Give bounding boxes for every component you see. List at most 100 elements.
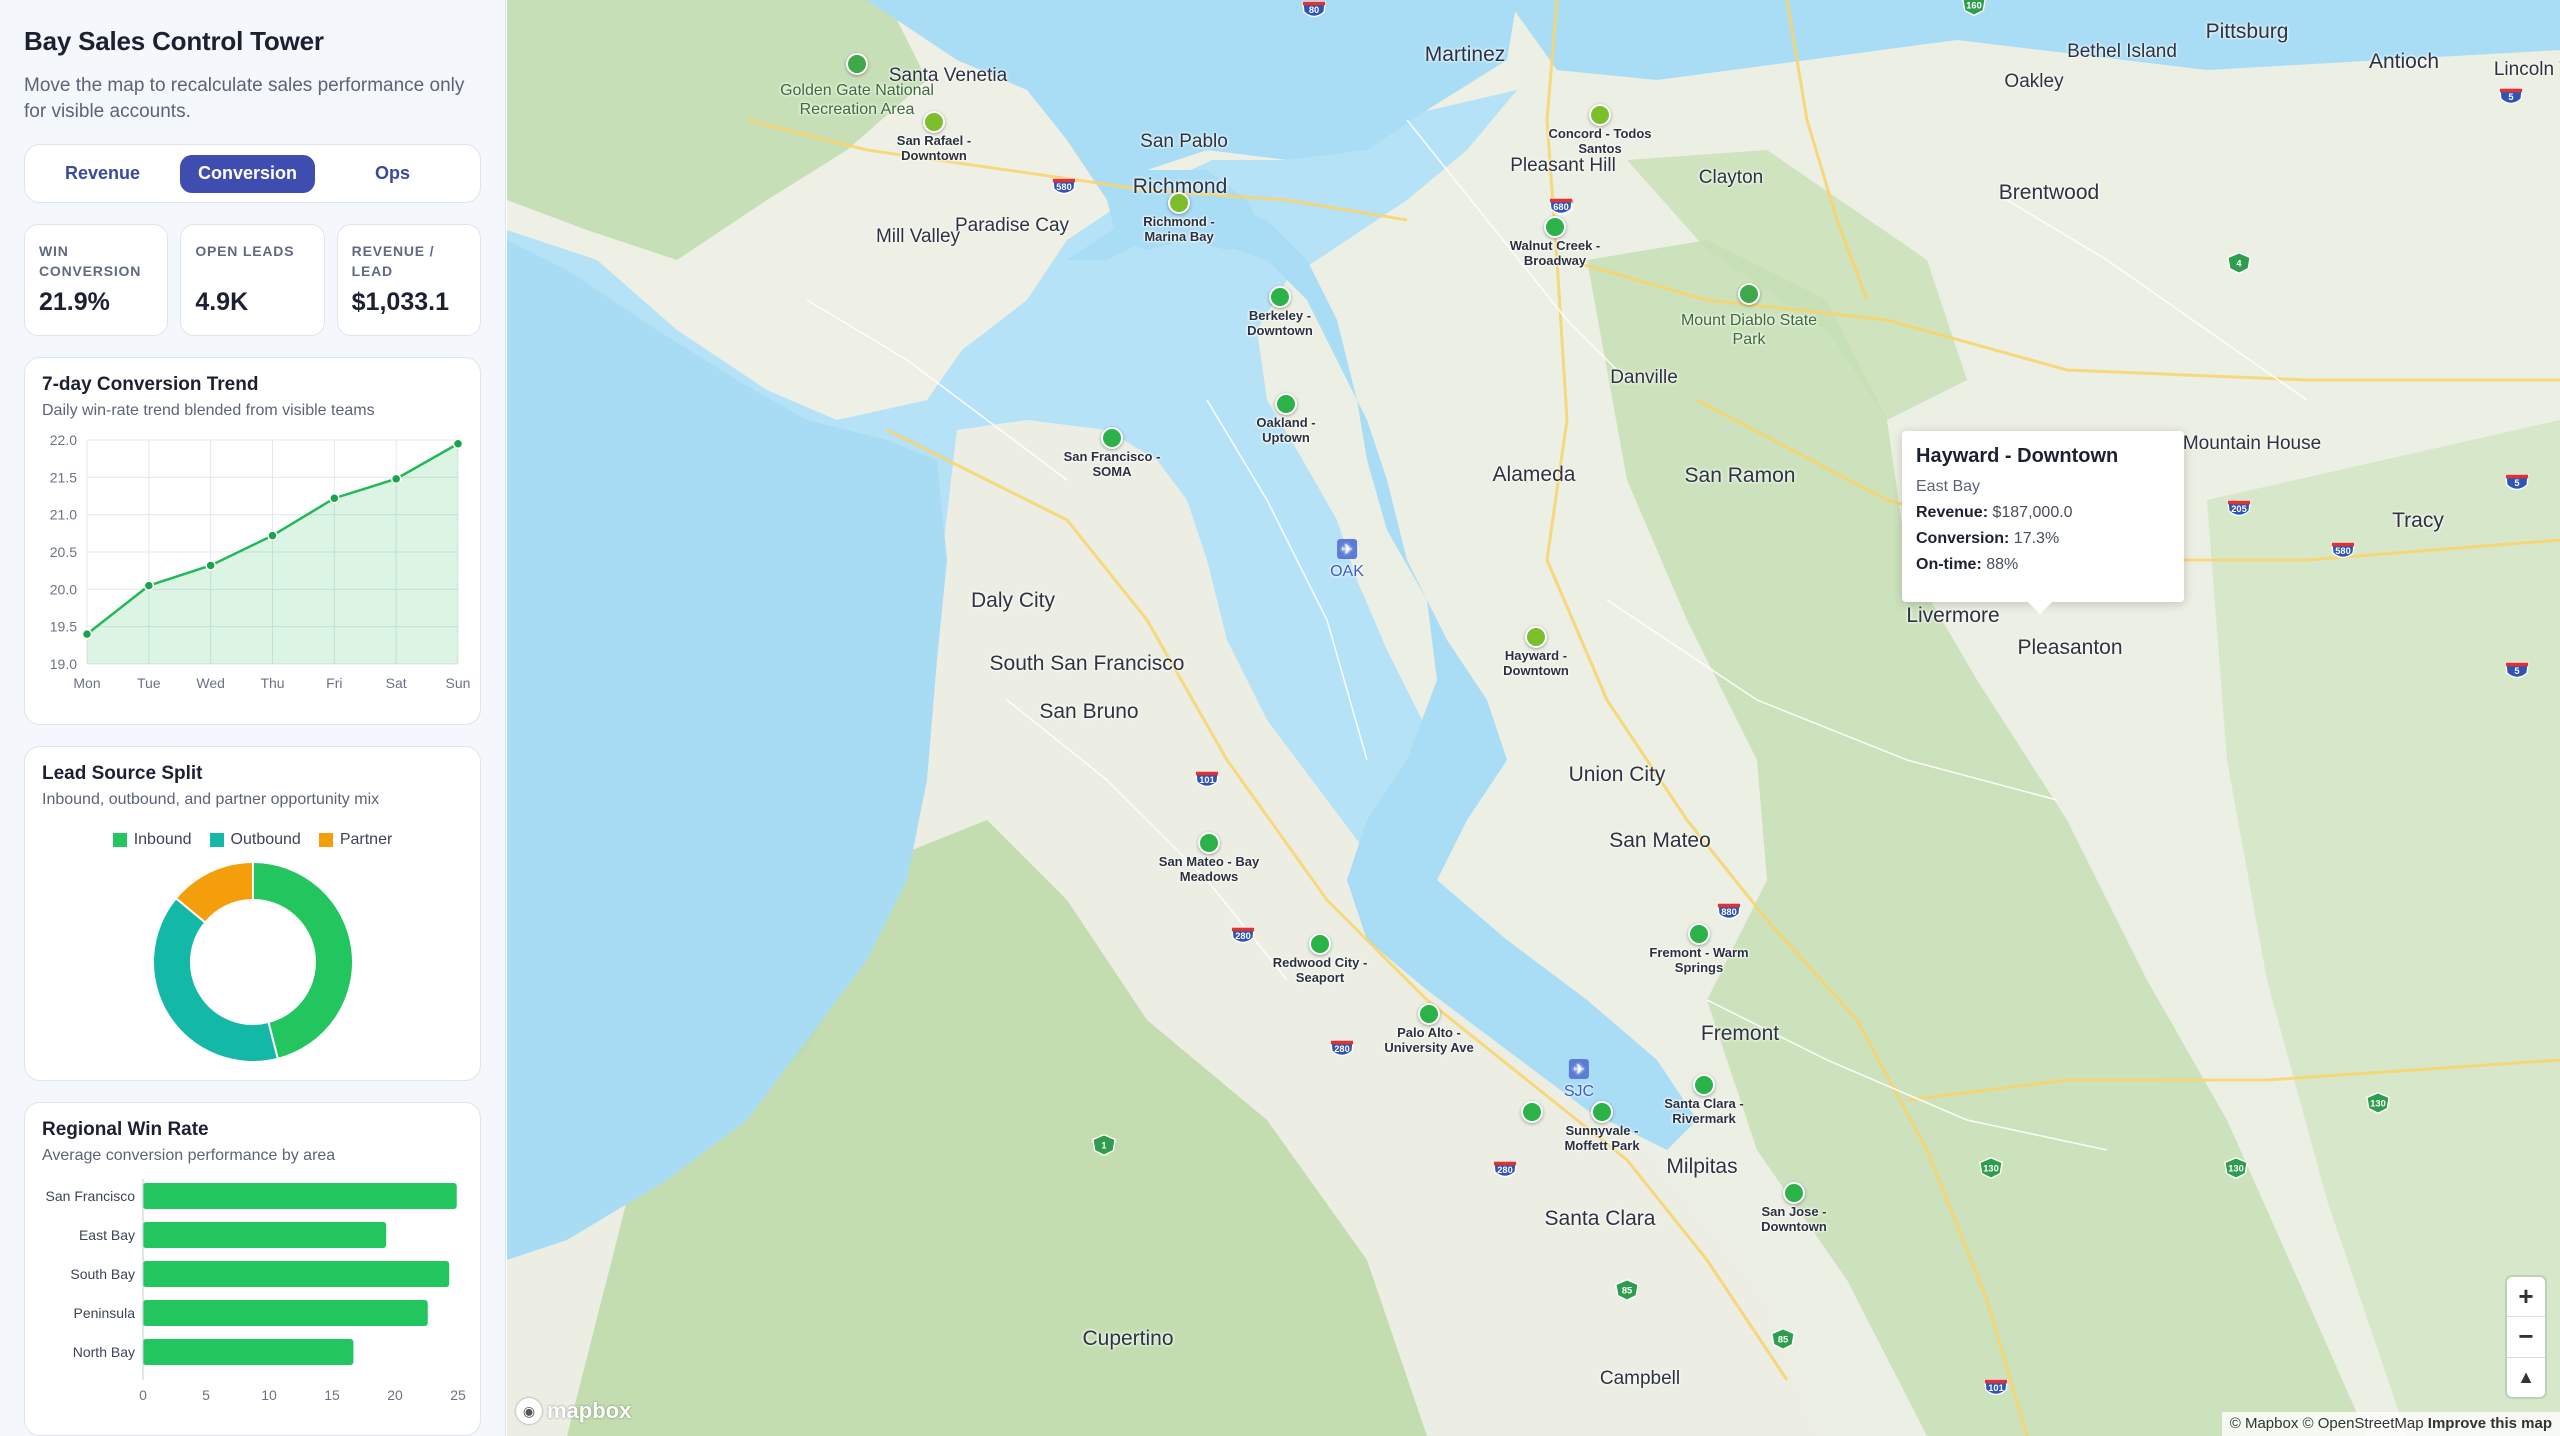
trend-point (143, 580, 155, 591)
bar-category-label: South Bay (70, 1266, 135, 1282)
bar-north-bay (143, 1339, 354, 1365)
x-tick-label: 25 (450, 1387, 466, 1403)
x-tick-label: Fri (326, 675, 342, 691)
place-label: Oakley (2004, 71, 2064, 92)
place-label: Clayton (1698, 167, 1764, 188)
tab-revenue[interactable]: Revenue (35, 155, 170, 193)
tooltip-conversion-value: 17.3% (2013, 530, 2060, 547)
airport-code: SJC (1563, 1083, 1595, 1100)
place-label: Livermore (1906, 604, 2000, 627)
place-label: Fremont (1700, 1022, 1780, 1045)
metric-tabs: Revenue Conversion Ops (24, 144, 481, 203)
kpi-label: OPEN LEADS (195, 243, 295, 259)
account-marker[interactable] (1418, 1003, 1440, 1025)
place-label: Tracy (2392, 509, 2444, 532)
place-label: Santa Clara (1544, 1207, 1656, 1230)
highway-shield-icon: 1 (1092, 1134, 1116, 1156)
highway-shield-icon: 130 (2224, 1157, 2248, 1179)
account-marker[interactable] (1168, 192, 1190, 214)
account-marker-label: Berkeley - Downtown (1247, 308, 1313, 338)
account-marker-label: Palo Alto - University Ave (1384, 1025, 1474, 1055)
tab-ops[interactable]: Ops (325, 155, 460, 193)
x-tick-label: 5 (202, 1387, 210, 1403)
card-subtitle: Average conversion performance by area (42, 1147, 336, 1164)
zoom-out-button[interactable]: − (2507, 1317, 2545, 1358)
kpi-value: $1,033.1 (351, 288, 449, 316)
account-marker-label: Redwood City - Seaport (1272, 955, 1368, 985)
attribution-osm[interactable]: © OpenStreetMap (2303, 1415, 2424, 1432)
y-tick-label: 21.5 (50, 469, 77, 485)
account-marker[interactable] (1591, 1101, 1613, 1123)
y-tick-label: 20.0 (50, 581, 77, 597)
place-label: Campbell (1599, 1368, 1681, 1389)
tab-conversion[interactable]: Conversion (180, 154, 315, 193)
shield-number: 130 (2370, 1099, 2385, 1109)
place-label: San Mateo (1609, 829, 1711, 852)
account-marker[interactable] (1309, 933, 1331, 955)
airport-icon: ✈ SJC (1564, 1059, 1594, 1101)
airport-icon: ✈ OAK (1330, 539, 1364, 581)
app-subtitle: Move the map to recalculate sales perfor… (24, 75, 465, 122)
y-tick-label: 20.5 (50, 544, 77, 560)
account-marker[interactable] (1101, 427, 1123, 449)
shield-number: 130 (2228, 1164, 2243, 1174)
highway-shield-icon: 205 (2227, 499, 2251, 517)
account-marker[interactable] (1269, 286, 1291, 308)
highway-shield-icon: 130 (1979, 1157, 2003, 1179)
account-marker[interactable] (1275, 393, 1297, 415)
account-marker[interactable] (1544, 216, 1566, 238)
y-tick-label: 21.0 (50, 507, 77, 523)
mapbox-logo[interactable]: ◉ mapbox (516, 1398, 631, 1424)
legend-partner[interactable]: Partner (318, 831, 393, 849)
attribution-improve[interactable]: Improve this map (2428, 1415, 2552, 1432)
place-label: San Ramon (1684, 464, 1796, 487)
highway-shield-icon: 5 (2505, 661, 2529, 679)
highway-shield-icon: 5 (2505, 473, 2529, 491)
map-basemap (507, 0, 2560, 1436)
legend-inbound[interactable]: Inbound (112, 831, 192, 849)
shield-number: 880 (1721, 907, 1736, 917)
account-marker[interactable] (1693, 1074, 1715, 1096)
bar-san-francisco (143, 1183, 457, 1209)
legend-swatch (318, 833, 333, 847)
highway-shield-icon: 280 (1231, 926, 1255, 944)
account-marker[interactable] (1525, 626, 1547, 648)
kpi-revenue-per-lead: REVENUE / LEAD $1,033.1 (336, 224, 481, 336)
tooltip-title: Hayward - Downtown (1916, 445, 2119, 467)
place-label: San Pablo (1140, 131, 1228, 152)
regional-win-rate-card: Regional Win Rate Average conversion per… (24, 1102, 481, 1436)
kpi-win-conversion: WIN CONVERSION 21.9% (24, 224, 169, 336)
account-marker[interactable] (1198, 832, 1220, 854)
map-zoom-controls: + − ▲ (2507, 1277, 2545, 1397)
shield-number: 101 (1988, 1383, 2003, 1393)
tooltip-revenue-label: Revenue: (1916, 504, 1989, 521)
compass-button[interactable]: ▲ (2507, 1358, 2545, 1397)
sales-map[interactable]: Pittsburg Antioch Martinez Bethel Island Oak… (507, 0, 2560, 1436)
legend-label: Partner (339, 831, 393, 848)
x-tick-label: Thu (260, 675, 284, 691)
attribution-mapbox[interactable]: © Mapbox (2230, 1415, 2299, 1432)
trend-point (329, 492, 340, 504)
highway-shield-icon: 4 (2227, 252, 2251, 274)
park-label: Mount Diablo State Park (1680, 312, 1818, 348)
kpi-open-leads: OPEN LEADS 4.9K (180, 224, 325, 336)
lead-source-card: Lead Source Split Inbound, outbound, and… (24, 746, 481, 1081)
account-marker[interactable] (1783, 1182, 1805, 1204)
account-marker[interactable] (1521, 1101, 1543, 1123)
account-marker[interactable] (1688, 923, 1710, 945)
zoom-in-button[interactable]: + (2507, 1277, 2545, 1318)
card-subtitle: Daily win-rate trend blended from visibl… (42, 402, 375, 419)
account-marker-label: Concord - Todos Santos (1548, 126, 1652, 156)
bar-category-label: Peninsula (74, 1305, 136, 1321)
kpi-value: 4.9K (195, 288, 249, 316)
shield-number: 280 (1235, 931, 1250, 941)
account-marker[interactable] (923, 111, 945, 133)
highway-shield-icon: 5 (2499, 87, 2523, 105)
park-tree-icon (846, 53, 868, 75)
shield-number: 4 (2236, 259, 2242, 269)
account-marker[interactable] (1589, 104, 1611, 126)
place-label: Daly City (970, 589, 1056, 612)
tooltip-region: East Bay (1916, 478, 1981, 495)
tooltip-revenue: Revenue: $187,000.0 (1916, 504, 2170, 522)
legend-outbound[interactable]: Outbound (209, 831, 301, 849)
